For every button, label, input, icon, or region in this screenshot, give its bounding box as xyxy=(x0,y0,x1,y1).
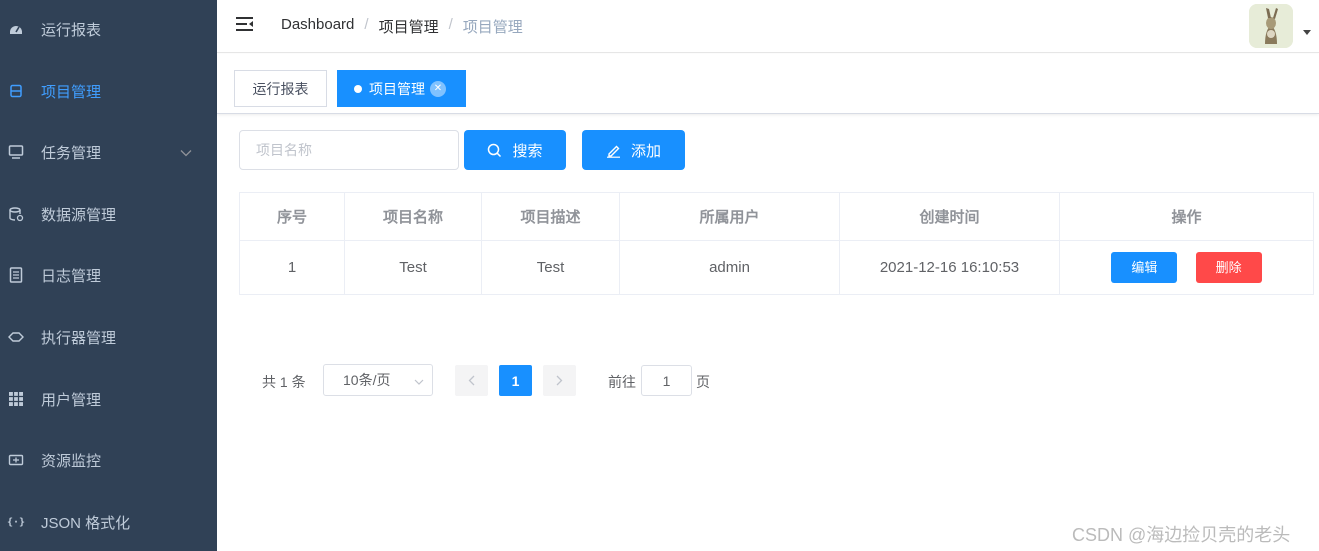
sidebar-item-label: 任务管理 xyxy=(41,144,102,162)
sidebar: 运行报表 项目管理 任务管理 数据源管理 日志管理 执行器管理 用户管理 资源监… xyxy=(0,0,217,551)
sidebar-item-label: 运行报表 xyxy=(41,21,102,39)
database-icon xyxy=(8,206,24,222)
delete-button[interactable]: 删除 xyxy=(1195,252,1262,283)
sidebar-item-task[interactable]: 任务管理 xyxy=(0,124,217,180)
sidebar-item-monitor[interactable]: 资源监控 xyxy=(0,432,217,488)
prev-page-button[interactable] xyxy=(455,365,488,396)
column-header: 项目名称 xyxy=(344,192,482,241)
chevron-right-icon xyxy=(556,373,563,389)
sidebar-item-report[interactable]: 运行报表 xyxy=(0,1,217,57)
sidebar-item-label: JSON 格式化 xyxy=(41,514,131,532)
chevron-down-icon xyxy=(180,144,192,160)
cell-index: 1 xyxy=(239,240,345,295)
sidebar-item-user[interactable]: 用户管理 xyxy=(0,371,217,427)
table-row: 1 Test Test admin 2021-12-16 16:10:53 编辑… xyxy=(239,240,1314,295)
tag-report[interactable]: 运行报表 xyxy=(234,70,327,107)
monitor-resource-icon xyxy=(8,452,24,468)
search-button[interactable]: 搜索 xyxy=(464,130,566,170)
active-dot-icon xyxy=(354,84,362,93)
navbar: Dashboard / 项目管理 / 项目管理 xyxy=(217,0,1319,53)
close-icon[interactable]: ✕ xyxy=(430,80,446,97)
caret-down-icon[interactable] xyxy=(1303,30,1311,35)
tag-label: 运行报表 xyxy=(252,80,309,97)
breadcrumb: Dashboard / 项目管理 / 项目管理 xyxy=(281,16,523,37)
sidebar-item-label: 日志管理 xyxy=(41,267,102,285)
sidebar-item-datasource[interactable]: 数据源管理 xyxy=(0,186,217,242)
breadcrumb-item[interactable]: Dashboard xyxy=(281,16,354,37)
page-size-select[interactable]: 10条/页 xyxy=(323,364,433,396)
breadcrumb-item-current: 项目管理 xyxy=(462,19,523,36)
column-header: 项目描述 xyxy=(481,192,620,241)
project-name-input[interactable] xyxy=(239,130,459,170)
cell-user: admin xyxy=(619,240,840,295)
dashboard-icon xyxy=(8,21,24,37)
pagination-total: 共 1 条 xyxy=(262,374,306,390)
project-icon xyxy=(8,83,24,99)
sidebar-item-label: 用户管理 xyxy=(41,391,102,409)
monitor-icon xyxy=(8,144,24,160)
tags-view: 运行报表 项目管理 ✕ xyxy=(217,54,1319,114)
column-header: 创建时间 xyxy=(839,192,1060,241)
table-header-row: 序号 项目名称 项目描述 所属用户 创建时间 操作 xyxy=(239,192,1314,241)
goto-suffix: 页 xyxy=(696,374,710,390)
column-header: 操作 xyxy=(1059,192,1314,241)
chevron-left-icon xyxy=(468,373,475,389)
chevron-down-icon xyxy=(414,365,424,395)
sidebar-item-label: 项目管理 xyxy=(41,83,102,101)
watermark: CSDN @海边捡贝壳的老头 xyxy=(1072,525,1291,545)
sidebar-item-json[interactable]: {·} JSON 格式化 xyxy=(0,494,217,550)
cell-name: Test xyxy=(344,240,482,295)
page-number-active[interactable]: 1 xyxy=(499,365,532,396)
tag-project[interactable]: 项目管理 ✕ xyxy=(337,70,466,107)
column-header: 所属用户 xyxy=(619,192,840,241)
edit-button[interactable]: 编辑 xyxy=(1111,252,1178,283)
edit-icon xyxy=(606,143,621,158)
next-page-button[interactable] xyxy=(543,365,576,396)
goto-label: 前往 xyxy=(608,374,636,390)
column-header: 序号 xyxy=(239,192,345,241)
cell-created: 2021-12-16 16:10:53 xyxy=(839,240,1060,295)
project-table: 序号 项目名称 项目描述 所属用户 创建时间 操作 1 Test Test ad… xyxy=(239,192,1314,295)
breadcrumb-item: 项目管理 xyxy=(378,19,439,36)
tag-label: 项目管理 xyxy=(369,80,425,97)
sidebar-item-log[interactable]: 日志管理 xyxy=(0,247,217,303)
goto-page-input[interactable] xyxy=(641,365,692,396)
sidebar-item-label: 资源监控 xyxy=(41,452,102,470)
sidebar-item-executor[interactable]: 执行器管理 xyxy=(0,309,217,365)
sidebar-item-label: 数据源管理 xyxy=(41,206,117,224)
avatar[interactable] xyxy=(1249,4,1293,48)
add-button[interactable]: 添加 xyxy=(582,130,685,170)
json-icon: {·} xyxy=(6,516,26,528)
sidebar-item-label: 执行器管理 xyxy=(41,329,117,347)
sidebar-item-project[interactable]: 项目管理 xyxy=(0,63,217,119)
executor-icon xyxy=(8,329,24,345)
cell-desc: Test xyxy=(481,240,620,295)
cell-actions: 编辑 删除 xyxy=(1059,240,1314,295)
hamburger-icon[interactable] xyxy=(235,16,255,34)
search-icon xyxy=(487,143,502,158)
document-icon xyxy=(8,267,24,283)
table-icon xyxy=(8,391,24,407)
